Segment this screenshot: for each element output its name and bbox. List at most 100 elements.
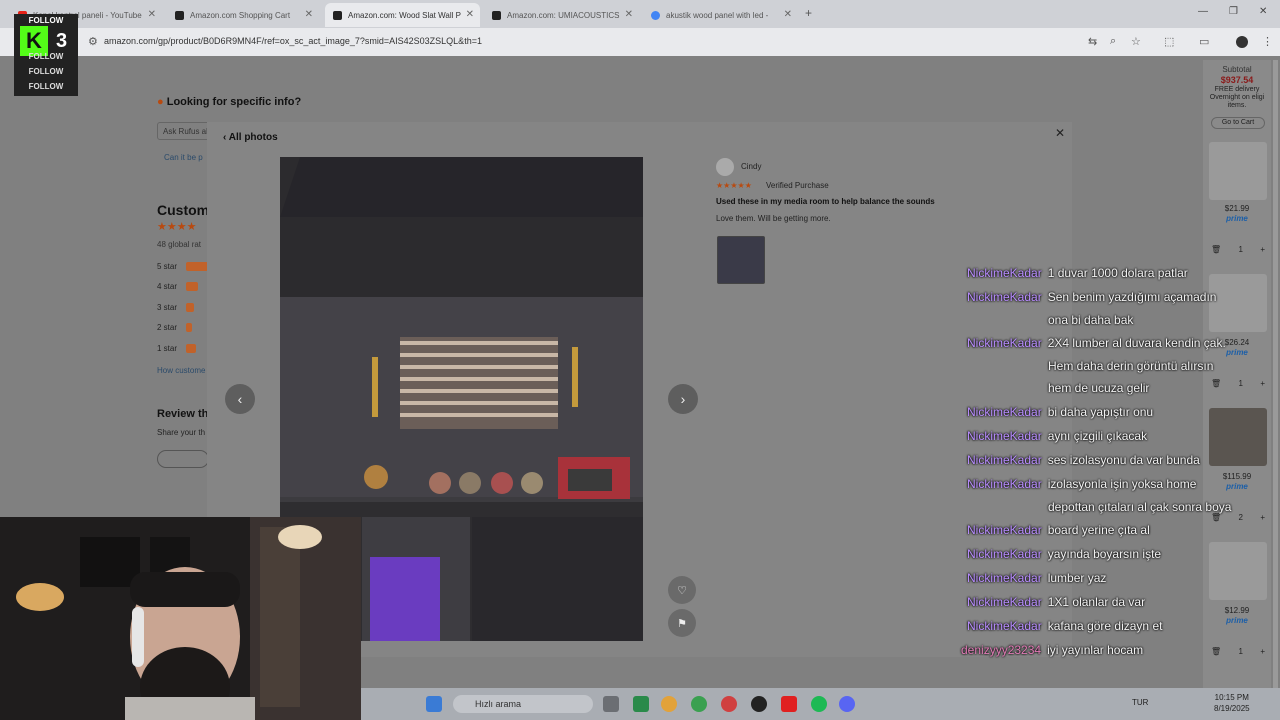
app-icon[interactable]	[751, 696, 767, 712]
webcam-feed	[0, 517, 361, 720]
cart-item-image[interactable]	[1209, 274, 1267, 332]
spotify-icon[interactable]	[811, 696, 827, 712]
chat-text: kafana göre dizayn et	[1047, 619, 1163, 633]
cart-item-image[interactable]	[1209, 542, 1267, 600]
plus-icon[interactable]: +	[1260, 513, 1265, 522]
app-icon[interactable]	[721, 696, 737, 712]
star-row-label[interactable]: 5 star	[157, 262, 177, 271]
site-settings-icon[interactable]: ⚙	[88, 35, 98, 48]
profile-avatar[interactable]	[1236, 36, 1248, 48]
discord-icon[interactable]	[839, 696, 855, 712]
star-bar[interactable]	[186, 323, 192, 332]
quantity-stepper[interactable]: 🗑 1 +	[1211, 644, 1265, 658]
reviewer-avatar	[716, 158, 734, 176]
chevron-left-icon: ‹	[237, 391, 243, 407]
minimize-button[interactable]: —	[1198, 6, 1208, 17]
quantity-stepper[interactable]: 🗑 1 +	[1211, 242, 1265, 256]
report-button[interactable]: ⚑	[668, 609, 696, 637]
trash-icon[interactable]: 🗑	[1211, 647, 1221, 656]
window-close-button[interactable]: ✕	[1259, 6, 1267, 17]
review-photo-thumbnail[interactable]	[717, 236, 765, 284]
google-icon	[651, 10, 660, 20]
tab-cart[interactable]: Amazon.com Shopping Cart ✕	[167, 3, 319, 27]
chrome-icon[interactable]	[661, 696, 677, 712]
prev-photo-button[interactable]: ‹	[225, 384, 255, 414]
follow-label: FOLLOW	[28, 52, 64, 61]
write-review-button[interactable]	[157, 450, 209, 468]
chat-text: depottan çıtaları al çak sonra boya	[1048, 500, 1232, 514]
maximize-button[interactable]: ❐	[1229, 6, 1238, 17]
star-bar[interactable]	[186, 344, 196, 353]
close-icon[interactable]: ✕	[784, 9, 792, 20]
amazon-icon	[492, 10, 501, 20]
zoom-icon[interactable]: ⌕	[1110, 35, 1116, 48]
flag-icon: ⚑	[677, 617, 687, 630]
customer-reviews-heading: Custom	[157, 202, 210, 218]
translate-icon[interactable]: ⇆	[1088, 35, 1097, 48]
chat-message: NickimeKadar ses izolasyonu da var bunda	[967, 453, 1200, 467]
helpful-button[interactable]: ♡	[668, 576, 696, 604]
trash-icon[interactable]: 🗑	[1211, 379, 1221, 388]
all-photos-label: All photos	[228, 132, 278, 143]
close-icon[interactable]: ✕	[148, 9, 156, 20]
chat-text: yayında boyarsın işte	[1047, 547, 1162, 561]
plus-icon[interactable]: +	[1260, 245, 1265, 254]
tab-title: Amazon.com: Wood Slat Wall P	[348, 10, 461, 20]
chat-message: NickimeKadar yayında boyarsın işte	[967, 547, 1161, 561]
chat-text: 1X1 olanlar da var	[1047, 595, 1146, 609]
address-bar: ⚙ amazon.com/gp/product/B0D6R9MN4F/ref=o…	[0, 28, 1280, 56]
follow-overlay: FOLLOW K 3 FOLLOW FOLLOW FOLLOW	[14, 14, 78, 96]
url-field[interactable]: amazon.com/gp/product/B0D6R9MN4F/ref=ox_…	[104, 36, 482, 46]
new-tab-button[interactable]: +	[805, 6, 812, 20]
tab-google-search[interactable]: akustik wood panel with led - ✕	[643, 3, 798, 27]
bookmark-star-icon[interactable]: ☆	[1131, 35, 1141, 48]
extensions-icon[interactable]: ⬚	[1164, 35, 1174, 48]
chat-message: NickimeKadar lumber yaz	[967, 571, 1106, 585]
rufus-placeholder: Ask Rufus ab	[163, 127, 211, 136]
cart-item-image[interactable]	[1209, 408, 1267, 466]
close-icon[interactable]: ✕	[466, 9, 474, 20]
global-ratings: 48 global rat	[157, 240, 202, 249]
next-photo-button[interactable]: ›	[668, 384, 698, 414]
all-photos-link[interactable]: ‹ All photos	[223, 132, 278, 143]
task-view-icon[interactable]	[603, 696, 619, 712]
close-icon[interactable]: ✕	[305, 9, 313, 20]
whatsapp-icon[interactable]	[691, 696, 707, 712]
rating-stars: ★★★★	[157, 221, 197, 233]
star-row-label[interactable]: 4 star	[157, 282, 177, 291]
suggestion-chip[interactable]: Can it be p	[164, 153, 203, 162]
language-indicator[interactable]: TUR	[1132, 698, 1148, 707]
star-row-label[interactable]: 2 star	[157, 323, 177, 332]
star-row-label[interactable]: 3 star	[157, 303, 177, 312]
webcam-illustration	[0, 517, 361, 720]
star-bar[interactable]	[186, 262, 208, 271]
taskbar-search[interactable]: Hızlı arama	[453, 695, 593, 713]
plus-icon[interactable]: +	[1260, 647, 1265, 656]
how-ratings-link[interactable]: How custome	[157, 366, 205, 375]
go-to-cart-button[interactable]: Go to Cart	[1211, 117, 1265, 129]
menu-icon[interactable]: ⋮	[1262, 35, 1273, 48]
chat-message: NickimeKadar Sen benim yazdığımı açamadın	[967, 290, 1216, 304]
cart-item-image[interactable]	[1209, 142, 1267, 200]
system-clock[interactable]: 10:15 PM 8/19/2025	[1214, 692, 1250, 714]
quantity-stepper[interactable]: 🗑 1 +	[1211, 376, 1265, 390]
chat-message: NickimeKadar 2X4 lumber al duvara kendin …	[967, 336, 1226, 350]
star-row-label[interactable]: 1 star	[157, 344, 177, 353]
star-bar[interactable]	[186, 303, 194, 312]
page-scrollbar[interactable]	[1273, 60, 1278, 690]
tab-umiacoustics[interactable]: Amazon.com: UMIACOUSTICS ✕	[484, 3, 639, 27]
taskbar: Hızlı arama TUR 10:15 PM 8/19/2025	[361, 688, 1280, 720]
chat-username: NickimeKadar	[967, 405, 1042, 419]
plus-icon[interactable]: +	[1260, 379, 1265, 388]
trash-icon[interactable]: 🗑	[1211, 245, 1221, 254]
youtube-icon[interactable]	[781, 696, 797, 712]
modal-close-icon[interactable]: ✕	[1055, 126, 1065, 140]
windows-start-icon[interactable]	[426, 696, 442, 712]
sidebar-icon[interactable]: ▭	[1199, 35, 1209, 48]
chat-username: NickimeKadar	[967, 336, 1042, 350]
star-bar[interactable]	[186, 282, 198, 291]
chat-username: NickimeKadar	[967, 619, 1042, 633]
app-icon[interactable]	[633, 696, 649, 712]
close-icon[interactable]: ✕	[625, 9, 633, 20]
tab-wood-slat[interactable]: Amazon.com: Wood Slat Wall P ✕	[325, 3, 480, 27]
